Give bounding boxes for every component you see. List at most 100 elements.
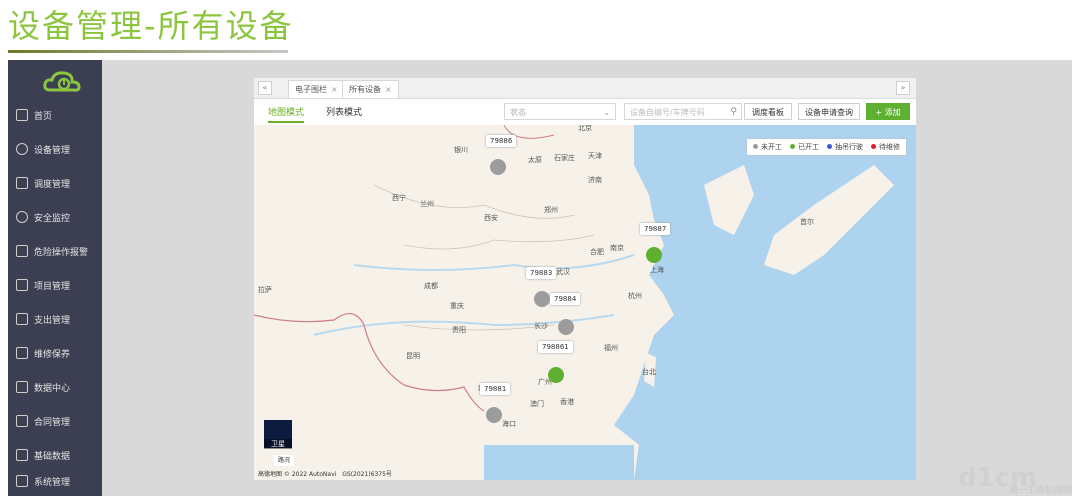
city-label: 济南 (588, 176, 602, 184)
sidebar-item-expense[interactable]: 支出管理 (8, 304, 102, 334)
city-label: 首尔 (800, 218, 814, 226)
device-marker-started[interactable] (646, 247, 662, 263)
search-placeholder: 设备自编号/车牌号码 (630, 108, 705, 117)
city-label: 福州 (604, 344, 618, 352)
gear-icon (16, 143, 28, 155)
city-label: 银川 (454, 146, 468, 154)
list-mode-tab[interactable]: 列表模式 (326, 105, 362, 118)
legend-item-not-started: 未开工 (753, 142, 782, 152)
watermark-text: 第一工程机械网 (1008, 486, 1072, 496)
map-view[interactable]: 未开工 已开工 抽吊行驶 待维修 北京 天津 太原 石家庄 济南 西宁 兰州 银… (254, 125, 916, 480)
page-title: 设备管理-所有设备 (8, 7, 294, 45)
city-label: 海口 (502, 420, 516, 428)
sidebar-item-project[interactable]: 项目管理 (8, 270, 102, 300)
device-apply-query-button[interactable]: 设备申请查询 (798, 103, 860, 120)
sidebar-item-contract[interactable]: 合同管理 (8, 406, 102, 436)
status-select[interactable]: 状态 ⌄ (504, 103, 616, 120)
system-icon (16, 475, 28, 487)
attribution-text: 高德地图 © 2022 AutoNavi (258, 471, 337, 478)
legend: 未开工 已开工 抽吊行驶 待维修 (747, 139, 906, 155)
device-marker-not-started[interactable] (558, 319, 574, 335)
city-label: 上海 (650, 266, 664, 274)
city-label: 合肥 (590, 248, 604, 256)
cloud-logo-icon (43, 71, 81, 92)
sidebar-item-label: 安全监控 (34, 213, 71, 224)
map-attribution: 高德地图 © 2022 AutoNavi GS(2021)6375号 (258, 469, 392, 478)
sidebar-item-label: 危险操作报警 (34, 247, 89, 258)
sidebar-item-maintenance[interactable]: 维修保养 (8, 338, 102, 368)
legend-item-started: 已开工 (790, 142, 819, 152)
shield-icon (16, 211, 28, 223)
city-label: 西安 (484, 214, 498, 222)
city-label: 长沙 (534, 322, 548, 330)
add-button[interactable]: + 添加 (866, 103, 910, 120)
map-mode-tab[interactable]: 地图模式 (268, 105, 305, 123)
sidebar-item-home[interactable]: 首页 (8, 100, 102, 130)
tab-all-devices[interactable]: 所有设备 × (342, 80, 399, 98)
sidebar-item-label: 首页 (34, 111, 53, 122)
sidebar-item-system[interactable]: 系统管理 (8, 466, 102, 496)
close-icon[interactable]: × (385, 85, 392, 94)
city-label: 太原 (528, 156, 542, 164)
city-label: 杭州 (628, 292, 642, 300)
tab-electronic-fence[interactable]: 电子围栏 × (288, 80, 345, 98)
main-content: « 电子围栏 × 所有设备 × » 地图模式 列表模式 状态 ⌄ 设备自编号/车牌号… (254, 78, 916, 480)
city-label: 拉萨 (258, 286, 272, 294)
city-label: 北京 (578, 125, 592, 132)
city-label: 昆明 (406, 352, 420, 360)
city-label: 天津 (588, 152, 602, 160)
device-marker-not-started[interactable] (486, 407, 502, 423)
toolbar: 地图模式 列表模式 状态 ⌄ 设备自编号/车牌号码 ⚲ 调度看板 设备申请查询 … (254, 99, 916, 125)
device-callout: 79883 (526, 267, 557, 279)
city-label: 郑州 (544, 206, 558, 214)
device-callout: 79884 (550, 293, 581, 305)
home-icon (16, 109, 28, 121)
city-label: 南京 (610, 244, 624, 252)
city-label: 重庆 (450, 302, 464, 310)
dispatch-board-button[interactable]: 调度看板 (744, 103, 792, 120)
sidebar-item-label: 调度管理 (34, 179, 71, 190)
data-icon (16, 381, 28, 393)
device-marker-not-started[interactable] (490, 159, 506, 175)
folder-icon (16, 279, 28, 291)
tab-scroll-right-button[interactable]: » (896, 81, 910, 95)
sidebar-item-label: 维修保养 (34, 349, 71, 360)
device-callout: 798861 (538, 341, 573, 353)
chevron-down-icon: ⌄ (603, 108, 610, 117)
city-label: 澳门 (530, 400, 544, 408)
tab-label: 电子围栏 (295, 85, 327, 94)
sidebar-item-label: 系统管理 (34, 477, 71, 488)
legend-item-repair: 待维修 (871, 142, 900, 152)
expense-icon (16, 313, 28, 325)
satellite-layer-label: 卫星 (264, 439, 292, 449)
dispatch-icon (16, 177, 28, 189)
sidebar-item-device[interactable]: 设备管理 (8, 134, 102, 164)
device-callout: 79886 (486, 135, 517, 147)
device-marker-not-started[interactable] (534, 291, 550, 307)
device-callout: 79881 (480, 383, 511, 395)
city-label: 台北 (642, 368, 656, 376)
sidebar-item-dispatch[interactable]: 调度管理 (8, 168, 102, 198)
watermark: d1cm 第一工程机械网 (952, 462, 1072, 496)
sidebar-item-alarm[interactable]: 危险操作报警 (8, 236, 102, 266)
device-callout: 79887 (640, 223, 671, 235)
sidebar-item-label: 设备管理 (34, 145, 71, 156)
search-input[interactable]: 设备自编号/车牌号码 ⚲ (624, 103, 742, 120)
title-underline (8, 50, 288, 53)
city-label: 西宁 (392, 194, 406, 202)
device-marker-started[interactable] (548, 367, 564, 383)
sidebar-item-label: 支出管理 (34, 315, 71, 326)
sidebar-item-label: 基础数据 (34, 451, 71, 462)
sidebar-item-data-center[interactable]: 数据中心 (8, 372, 102, 402)
sidebar-item-label: 数据中心 (34, 383, 71, 394)
traffic-layer-button[interactable]: 路况 (274, 455, 294, 466)
sidebar-item-security[interactable]: 安全监控 (8, 202, 102, 232)
close-icon[interactable]: × (331, 85, 338, 94)
sidebar: 首页 设备管理 调度管理 安全监控 危险操作报警 项目管理 支出管理 维修保养 … (8, 60, 102, 496)
status-select-value: 状态 (510, 108, 526, 117)
city-label: 武汉 (556, 268, 570, 276)
tab-label: 所有设备 (349, 85, 381, 94)
city-label: 兰州 (420, 200, 434, 208)
tab-scroll-left-button[interactable]: « (258, 81, 272, 95)
search-icon[interactable]: ⚲ (730, 104, 737, 121)
